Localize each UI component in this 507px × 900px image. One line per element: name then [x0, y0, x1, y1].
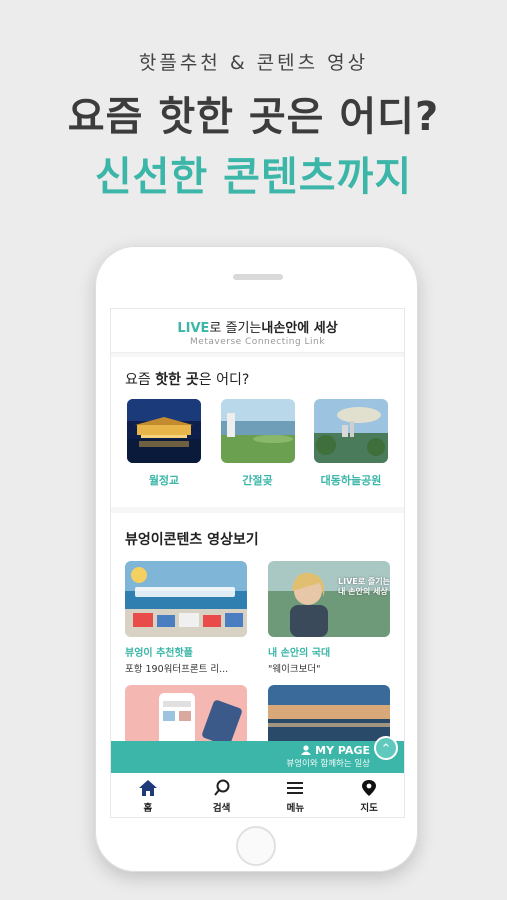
phone-home-button[interactable] — [236, 826, 276, 866]
promo-title-accent: 신선한 콘텐츠까지 — [94, 154, 413, 200]
tab-menu[interactable]: 메뉴 — [265, 779, 325, 817]
mypage-banner[interactable]: MY PAGE 뷰엉이와 함께하는 일상 — [111, 741, 404, 773]
tab-label: 검색 — [212, 803, 231, 814]
user-icon — [301, 745, 312, 755]
place-label: 대동하늘공원 — [320, 474, 382, 487]
video-description: 포항 190워터프론트 리... — [125, 664, 229, 675]
header-middle-text: 로 즐기는 — [209, 321, 262, 336]
video-section-title: 뷰엉이콘텐츠 영상보기 — [125, 532, 259, 548]
video-card-recommend[interactable]: 뷰엉이 추천핫플 포항 190워터프론트 리... — [125, 561, 247, 675]
tab-search[interactable]: 검색 — [192, 779, 252, 817]
app-header: LIVE로 즐기는내손안에 세상 Metaverse Connecting Li… — [111, 309, 404, 353]
scroll-top-button[interactable]: ⌃ — [374, 736, 398, 760]
hot-places-section: 요즘 핫한 곳은 어디? 월정교 간절곶 대동하늘공원 — [111, 357, 404, 507]
promo-title: 요즘 핫한 곳은 어디? — [67, 94, 440, 140]
mypage-subtitle: 뷰엉이와 함께하는 일상 — [286, 759, 370, 769]
promo-subtitle: 핫플추천 & 콘텐츠 영상 — [138, 52, 369, 74]
hot-places-title-bold: 핫한 곳 — [155, 372, 199, 388]
live-label: LIVE — [177, 321, 210, 336]
hot-places-title: 요즘 핫한 곳은 어디? — [125, 369, 390, 389]
video-title: 뷰엉이 추천핫플 — [125, 648, 193, 659]
map-pin-icon — [362, 780, 377, 796]
tab-label: 지도 — [360, 803, 378, 814]
place-thumbnail — [220, 399, 295, 463]
place-label: 간절곶 — [242, 474, 273, 487]
place-card-daedong-sky-park[interactable]: 대동하늘공원 — [312, 399, 390, 488]
hot-places-title-suffix: 은 어디? — [198, 372, 250, 388]
phone-speaker — [233, 274, 283, 280]
menu-icon — [287, 782, 304, 794]
tab-home[interactable]: 홈 — [118, 779, 178, 817]
video-card-national-athlete[interactable]: LIVE로 즐기는 내 손안의 세상 내 손안의 국대 "웨이크보더" — [268, 561, 390, 675]
tab-label: 메뉴 — [286, 803, 305, 814]
hot-places-title-prefix: 요즘 — [125, 372, 156, 388]
mypage-title-text: MY PAGE — [315, 744, 370, 757]
home-icon — [138, 780, 157, 796]
chevron-up-icon: ⌃ — [380, 742, 392, 757]
search-icon — [213, 779, 230, 796]
bottom-tab-bar: 홈 검색 메뉴 지도 — [111, 773, 404, 817]
video-thumbnail: LIVE로 즐기는 내 손안의 세상 — [268, 561, 390, 637]
phone-frame: LIVE로 즐기는내손안에 세상 Metaverse Connecting Li… — [95, 246, 418, 872]
app-tagline: Metaverse Connecting Link — [190, 337, 325, 347]
brand-name: 내손안에 세상 — [261, 321, 338, 336]
app-header-title: LIVE로 즐기는내손안에 세상 — [111, 317, 404, 336]
video-thumbnail — [125, 561, 247, 637]
mypage-title: MY PAGE — [111, 744, 370, 757]
place-card-ganjeolgot[interactable]: 간절곶 — [219, 399, 297, 488]
video-title: 내 손안의 국대 — [268, 648, 331, 659]
tab-label: 홈 — [143, 803, 153, 814]
place-label: 월정교 — [148, 474, 180, 487]
app-screen: LIVE로 즐기는내손안에 세상 Metaverse Connecting Li… — [110, 308, 405, 818]
place-thumbnail — [127, 399, 201, 463]
place-thumbnail — [314, 399, 388, 463]
video-description: "웨이크보더" — [268, 664, 321, 675]
tab-map[interactable]: 지도 — [339, 779, 399, 817]
place-card-woljeonggyo[interactable]: 월정교 — [125, 399, 203, 488]
video-overlay-text: LIVE로 즐기는 내 손안의 세상 — [338, 577, 390, 596]
